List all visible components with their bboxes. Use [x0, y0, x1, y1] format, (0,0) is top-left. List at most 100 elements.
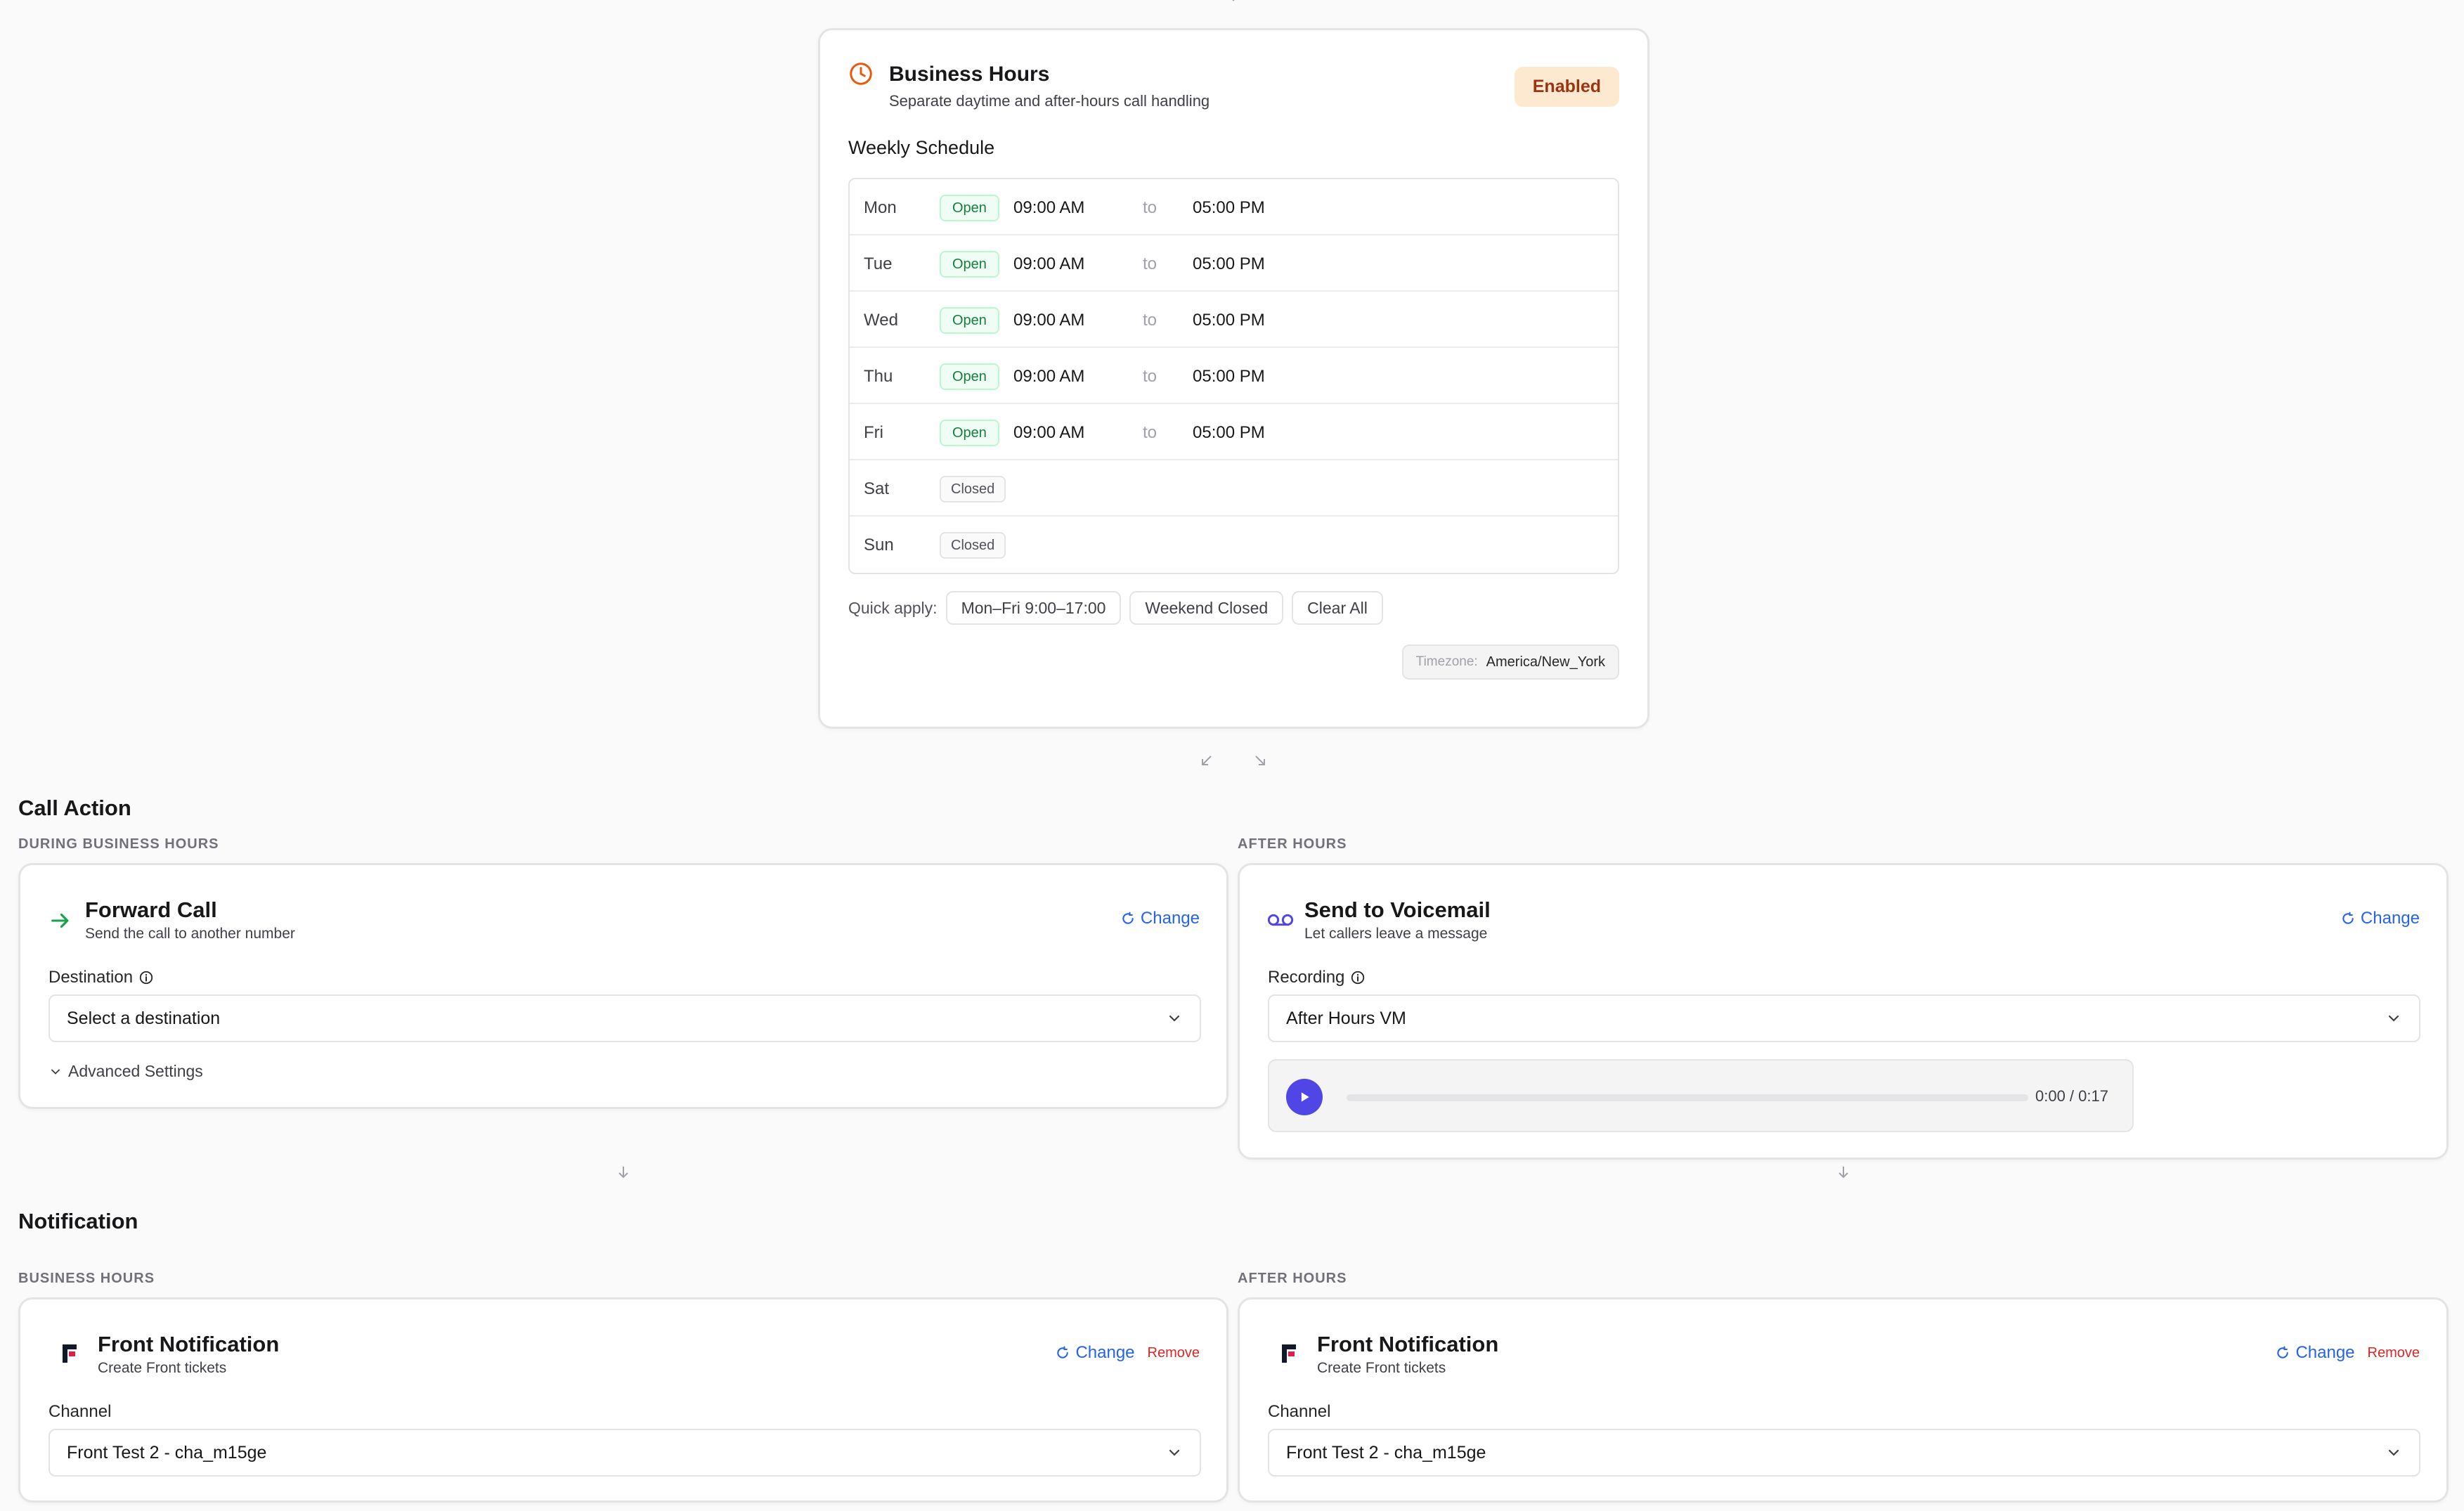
day-label: Thu: [864, 367, 893, 386]
change-label: Change: [1140, 909, 1200, 928]
open-time[interactable]: 09:00 AM: [1013, 423, 1084, 443]
recording-label-text: Recording: [1268, 968, 1345, 987]
close-time[interactable]: 05:00 PM: [1193, 198, 1265, 218]
change-label: Change: [1075, 1343, 1135, 1362]
front-logo-icon: [1280, 1343, 1297, 1364]
channel-select[interactable]: Front Test 2 - cha_m15ge: [48, 1429, 1201, 1477]
open-status-pill[interactable]: Open: [940, 420, 999, 446]
business-hours-card: Business Hours Separate daytime and afte…: [818, 28, 1649, 729]
advanced-settings-label: Advanced Settings: [68, 1062, 203, 1080]
open-status-pill[interactable]: Open: [940, 307, 999, 334]
quick-apply-weekdays-button[interactable]: Mon–Fri 9:00–17:00: [945, 591, 1122, 625]
day-label: Mon: [864, 198, 897, 217]
destination-label-text: Destination: [48, 968, 134, 987]
play-button[interactable]: [1286, 1079, 1323, 1115]
info-icon: [139, 971, 153, 985]
day-label: Sun: [864, 536, 894, 555]
business-hours-title: Business Hours: [889, 63, 1050, 86]
front-notification-title: Front Notification: [98, 1332, 280, 1356]
timezone-label: Timezone:: [1415, 654, 1478, 669]
after-hours-label: AFTER HOURS: [1238, 836, 1347, 852]
channel-value: Front Test 2 - cha_m15ge: [67, 1442, 267, 1463]
quick-apply-weekend-closed-button[interactable]: Weekend Closed: [1129, 591, 1284, 625]
day-label: Wed: [864, 311, 898, 330]
audio-player: 0:00 / 0:17: [1268, 1059, 2134, 1132]
weekly-schedule-heading: Weekly Schedule: [848, 137, 995, 158]
schedule-row-tue: Tue Open 09:00 AM to 05:00 PM: [850, 235, 1618, 292]
refresh-icon: [1057, 1346, 1069, 1358]
voicemail-subtitle: Let callers leave a message: [1304, 926, 1488, 942]
schedule-row-sun: Sun Closed: [850, 517, 1618, 573]
chevron-down-icon: [51, 1069, 60, 1075]
recording-value: After Hours VM: [1286, 1008, 1406, 1028]
enabled-status-badge[interactable]: Enabled: [1514, 67, 1619, 107]
open-time[interactable]: 09:00 AM: [1013, 198, 1084, 218]
close-time[interactable]: 05:00 PM: [1193, 311, 1265, 330]
closed-status-pill[interactable]: Closed: [940, 476, 1006, 502]
open-time[interactable]: 09:00 AM: [1013, 311, 1084, 330]
info-icon: [1351, 971, 1365, 985]
notification-remove-link[interactable]: Remove: [2368, 1345, 2420, 1361]
front-notification-title: Front Notification: [1317, 1332, 1499, 1356]
connector-arrow-down-right: [1835, 1164, 1852, 1181]
quick-apply-clear-all-button[interactable]: Clear All: [1292, 591, 1383, 625]
voicemail-change-link[interactable]: Change: [2341, 909, 2420, 928]
forward-call-title: Forward Call: [85, 897, 217, 922]
time-separator: to: [1143, 311, 1158, 330]
closed-status-pill[interactable]: Closed: [940, 532, 1006, 559]
recording-label: Recording: [1268, 968, 1366, 987]
schedule-row-wed: Wed Open 09:00 AM to 05:00 PM: [850, 292, 1618, 348]
advanced-settings-toggle[interactable]: Advanced Settings: [48, 1062, 203, 1081]
day-label: Sat: [864, 479, 890, 498]
connector-arrow-right: [1252, 752, 1269, 769]
schedule-row-thu: Thu Open 09:00 AM to 05:00 PM: [850, 348, 1618, 404]
connector-arrow-top: [1226, 0, 1240, 4]
change-label: Change: [2295, 1343, 2355, 1362]
open-status-pill[interactable]: Open: [940, 363, 999, 390]
open-status-pill[interactable]: Open: [940, 251, 999, 278]
chevron-down-icon: [2388, 1015, 2399, 1022]
schedule-row-sat: Sat Closed: [850, 460, 1618, 517]
front-notification-subtitle: Create Front tickets: [1317, 1360, 1446, 1376]
change-label: Change: [2360, 909, 2420, 928]
forward-change-link[interactable]: Change: [1121, 909, 1200, 928]
notification-actions: Change Remove: [2276, 1343, 2420, 1363]
open-time[interactable]: 09:00 AM: [1013, 254, 1084, 274]
audio-progress-track[interactable]: [1347, 1094, 2028, 1101]
open-time[interactable]: 09:00 AM: [1013, 367, 1084, 387]
day-label: Fri: [864, 423, 883, 442]
during-business-hours-label: DURING BUSINESS HOURS: [18, 836, 219, 852]
timezone-value: America/New_York: [1486, 654, 1605, 670]
recording-select[interactable]: After Hours VM: [1268, 994, 2420, 1042]
notification-change-link[interactable]: Change: [1056, 1343, 1135, 1363]
front-notification-business-card: Front Notification Create Front tickets …: [18, 1297, 1228, 1503]
day-label: Tue: [864, 254, 893, 273]
time-separator: to: [1143, 254, 1158, 273]
close-time[interactable]: 05:00 PM: [1193, 423, 1265, 443]
weekly-schedule-table: Mon Open 09:00 AM to 05:00 PM Tue Open 0…: [848, 178, 1619, 574]
channel-select[interactable]: Front Test 2 - cha_m15ge: [1268, 1429, 2420, 1477]
schedule-row-mon: Mon Open 09:00 AM to 05:00 PM: [850, 179, 1618, 235]
notification-change-link[interactable]: Change: [2276, 1343, 2355, 1363]
open-status-pill[interactable]: Open: [940, 195, 999, 221]
destination-placeholder: Select a destination: [67, 1008, 221, 1028]
front-notification-after-hours-card: Front Notification Create Front tickets …: [1238, 1297, 2449, 1503]
channel-label: Channel: [1268, 1402, 1331, 1421]
destination-label: Destination: [48, 968, 154, 987]
destination-select[interactable]: Select a destination: [48, 994, 1201, 1042]
notification-remove-link[interactable]: Remove: [1148, 1345, 1200, 1361]
chevron-down-icon: [1169, 1015, 1180, 1022]
close-time[interactable]: 05:00 PM: [1193, 254, 1265, 274]
quick-apply-bar: Quick apply: Mon–Fri 9:00–17:00 Weekend …: [848, 591, 1383, 625]
arrow-right-icon: [48, 909, 72, 933]
timezone-badge[interactable]: Timezone: America/New_York: [1401, 644, 1619, 680]
business-hours-subtitle: Separate daytime and after-hours call ha…: [889, 92, 1210, 110]
notification-actions: Change Remove: [1056, 1343, 1200, 1363]
refresh-icon: [1122, 912, 1134, 924]
connector-arrow-left: [1198, 752, 1215, 769]
call-action-heading: Call Action: [18, 796, 131, 820]
schedule-row-fri: Fri Open 09:00 AM to 05:00 PM: [850, 404, 1618, 460]
close-time[interactable]: 05:00 PM: [1193, 367, 1265, 387]
play-icon: [1301, 1092, 1309, 1102]
notification-heading: Notification: [18, 1209, 138, 1233]
